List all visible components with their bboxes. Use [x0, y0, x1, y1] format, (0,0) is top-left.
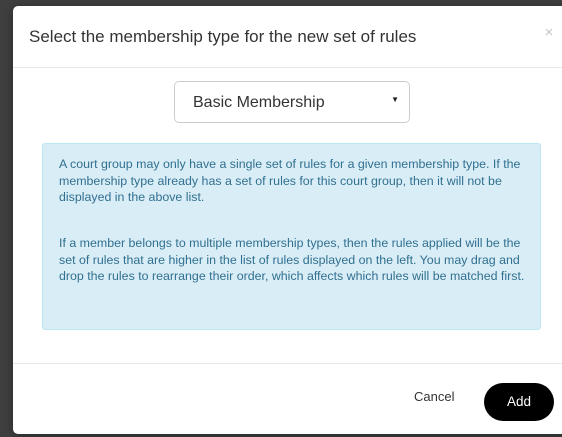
- info-paragraph-2: If a member belongs to multiple membersh…: [59, 236, 525, 283]
- dialog-footer: Cancel Add: [13, 363, 562, 434]
- cancel-button[interactable]: Cancel: [414, 389, 454, 404]
- dialog-header: Select the membership type for the new s…: [13, 6, 562, 68]
- info-paragraph-1: A court group may only have a single set…: [59, 157, 521, 204]
- select-value: Basic Membership: [193, 94, 325, 111]
- dialog-title: Select the membership type for the new s…: [29, 27, 417, 46]
- add-button[interactable]: Add: [484, 383, 554, 421]
- caret-down-icon: ▼: [391, 95, 399, 104]
- info-alert: A court group may only have a single set…: [42, 143, 541, 330]
- membership-type-select[interactable]: Basic Membership ▼: [174, 81, 410, 123]
- membership-type-dialog: Select the membership type for the new s…: [13, 6, 562, 434]
- close-icon[interactable]: ×: [541, 24, 557, 42]
